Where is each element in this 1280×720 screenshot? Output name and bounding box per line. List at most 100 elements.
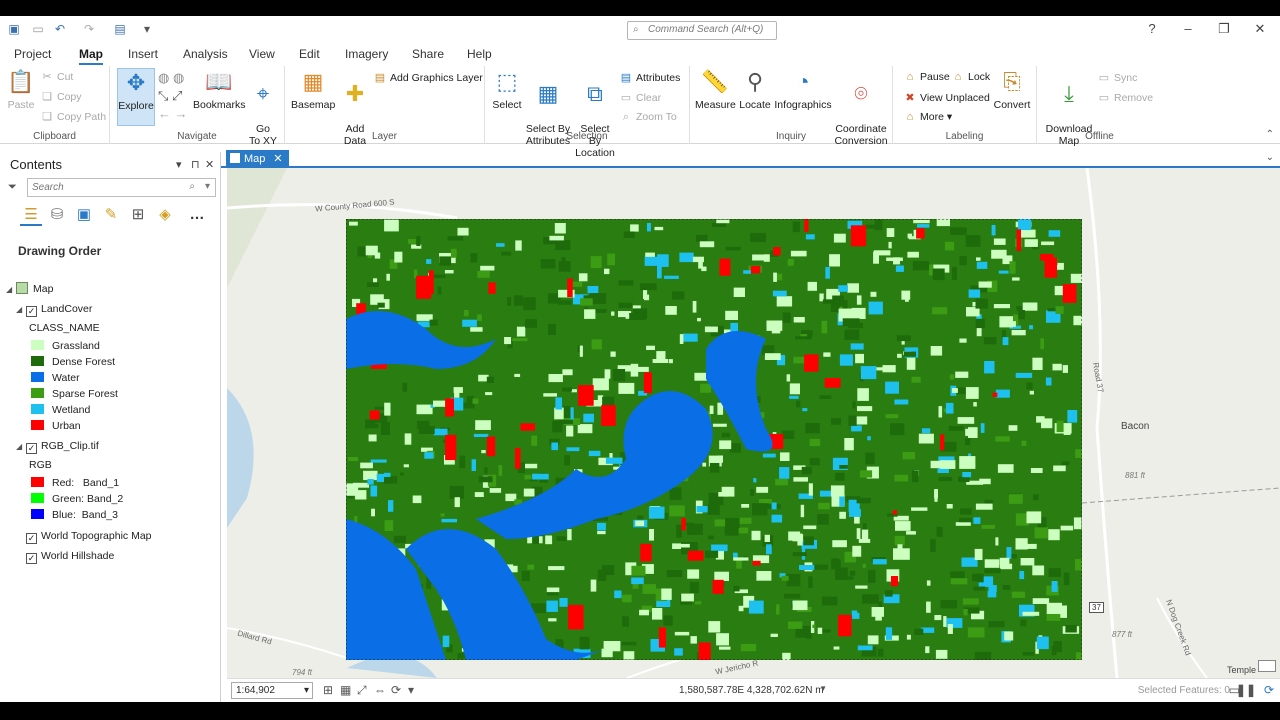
more-labeling-button[interactable]: ⌂ More ▾	[903, 111, 952, 123]
hillshade-checkbox[interactable]: ✓	[26, 553, 37, 564]
sync-button[interactable]: ▭ Sync	[1097, 71, 1138, 84]
list-by-data-source-icon[interactable]: ⛁	[46, 204, 68, 226]
tree-landcover-layer[interactable]: ◢ ✓ LandCover	[16, 301, 92, 317]
overview-icon[interactable]	[1258, 660, 1276, 672]
restore-button[interactable]: ❐	[1214, 20, 1234, 38]
raster-patch	[548, 374, 563, 383]
close-tab-icon[interactable]: ✕	[273, 153, 282, 165]
redo-icon[interactable]: ↷	[82, 22, 96, 36]
dense-forest-swatch	[31, 356, 44, 366]
urban-patch	[940, 434, 945, 451]
convert-button[interactable]: ⎘ Convert	[993, 68, 1031, 111]
raster-patch	[1009, 261, 1016, 274]
tab-insert[interactable]: Insert	[128, 47, 158, 61]
collapse-icon[interactable]: ◢	[6, 282, 16, 298]
list-by-labeling-icon[interactable]: ◈	[154, 204, 176, 226]
project-icon[interactable]: ▤	[113, 22, 127, 36]
command-search-input[interactable]: ⌕ Command Search (Alt+Q)	[627, 21, 777, 40]
tree-topographic-layer[interactable]: ✓ World Topographic Map	[26, 528, 152, 544]
pin-icon[interactable]: ⊓	[191, 158, 200, 171]
raster-patch	[839, 511, 846, 519]
extent-icon[interactable]: ⤢	[357, 683, 367, 698]
zoom-to-button[interactable]: ⌕ Zoom To	[619, 111, 677, 124]
table-icon[interactable]: ▦	[340, 683, 351, 697]
fit-icon[interactable]: ⇔	[374, 683, 386, 697]
chevron-down-icon[interactable]: ▾	[205, 181, 210, 192]
tab-map[interactable]: Map	[79, 47, 103, 65]
tab-analysis[interactable]: Analysis	[183, 47, 228, 61]
previous-next-extent-icon[interactable]: ← →	[158, 106, 188, 121]
paste-button[interactable]: 📋 Paste	[6, 68, 36, 111]
tab-edit[interactable]: Edit	[299, 47, 320, 61]
raster-patch	[1036, 416, 1045, 423]
infographics-button[interactable]: ◔ Infographics	[774, 68, 832, 111]
tab-project[interactable]: Project	[14, 47, 51, 61]
pane-options-icon[interactable]: ▾	[176, 158, 182, 171]
tab-share[interactable]: Share	[412, 47, 444, 61]
remove-button[interactable]: ▭ Remove	[1097, 91, 1153, 104]
raster-patch	[872, 559, 887, 565]
raster-patch	[416, 236, 421, 246]
view-unplaced-button[interactable]: ✖ View Unplaced	[903, 91, 989, 104]
map-view-tab[interactable]: Map ✕	[226, 150, 289, 168]
raster-patch	[363, 470, 378, 481]
undo-icon[interactable]: ↶	[53, 22, 67, 36]
tab-help[interactable]: Help	[467, 47, 492, 61]
grid-icon[interactable]: ⊞	[323, 683, 333, 697]
landcover-checkbox[interactable]: ✓	[26, 306, 37, 317]
rotate-icon[interactable]: ⟳	[391, 683, 401, 697]
tab-imagery[interactable]: Imagery	[345, 47, 388, 61]
locate-button[interactable]: ⚲ Locate	[738, 68, 772, 111]
close-pane-icon[interactable]: ✕	[205, 158, 214, 171]
measure-button[interactable]: 📏 Measure	[695, 68, 736, 111]
collapse-icon[interactable]: ◢	[16, 302, 26, 318]
fixed-zoom-icon[interactable]: ⤡ ⤢	[158, 88, 182, 104]
save-icon[interactable]: ▭	[31, 22, 45, 36]
raster-patch	[771, 502, 777, 510]
cut-button[interactable]: ✂ Cut	[40, 70, 73, 83]
list-by-snapping-icon[interactable]: ⊞	[127, 204, 149, 226]
collapse-ribbon-icon[interactable]: ⌃	[1266, 129, 1274, 140]
refresh-icon[interactable]: ⟳	[1264, 683, 1274, 697]
explore-button[interactable]: ✥ Explore	[117, 68, 155, 126]
close-button[interactable]: ✕	[1250, 20, 1270, 38]
more-options-icon[interactable]: …	[186, 204, 208, 226]
pause-icon[interactable]: ❚❚	[1236, 683, 1256, 697]
raster-patch	[639, 609, 649, 616]
pause-labels-button[interactable]: ⌂ Pause	[903, 71, 950, 83]
raster-patch	[1034, 527, 1048, 539]
tab-view[interactable]: View	[249, 47, 275, 61]
list-by-selection-icon[interactable]: ▣	[73, 204, 95, 226]
lock-labels-button[interactable]: ⌂ Lock	[951, 71, 991, 83]
copy-path-button[interactable]: ❏ Copy Path	[40, 110, 106, 123]
tab-list-icon[interactable]: ⌄	[1266, 152, 1274, 163]
inquiry-group-label: Inquiry	[775, 131, 806, 142]
tree-rgb-layer[interactable]: ◢ ✓ RGB_Clip.tif	[16, 438, 99, 454]
chevron-down-icon[interactable]: ▾	[408, 683, 414, 697]
add-graphics-layer-button[interactable]: ▤ Add Graphics Layer	[373, 71, 483, 84]
collapse-icon[interactable]: ◢	[16, 439, 26, 455]
full-extent-icon[interactable]: ◍ ◍	[158, 70, 184, 86]
chevron-down-icon[interactable]: ▾	[821, 683, 826, 694]
help-button[interactable]: ?	[1142, 20, 1162, 38]
select-by-location-button[interactable]: ⧉ Select By Location	[573, 68, 617, 159]
customize-qat-icon[interactable]: ▾	[140, 22, 154, 36]
topographic-checkbox[interactable]: ✓	[26, 533, 37, 544]
list-by-editing-icon[interactable]: ✎	[100, 204, 122, 226]
copy-button[interactable]: ❏ Copy	[40, 90, 81, 103]
map-view[interactable]: W County Road 600 S Road 37 Bacon 881 ft…	[227, 168, 1280, 678]
rgb-checkbox[interactable]: ✓	[26, 443, 37, 454]
raster-patch	[717, 455, 723, 463]
contents-search-input[interactable]: Search ⌕ ▾	[27, 178, 216, 197]
tree-map-node[interactable]: ◢ Map	[6, 281, 53, 297]
basemap-button[interactable]: ▦ Basemap	[291, 68, 335, 111]
list-by-drawing-order-icon[interactable]: ☰	[20, 204, 42, 226]
minimize-button[interactable]: –	[1178, 20, 1198, 38]
scale-dropdown[interactable]: 1:64,902 ▾	[231, 682, 313, 699]
attributes-button[interactable]: ▤ Attributes	[619, 71, 681, 84]
select-button[interactable]: ⬚ Select	[490, 68, 524, 111]
clear-button[interactable]: ▭ Clear	[619, 91, 661, 104]
tree-hillshade-layer[interactable]: ✓ World Hillshade	[26, 548, 114, 564]
filter-icon[interactable]: ⏷	[8, 181, 17, 194]
bookmarks-button[interactable]: 📖 Bookmarks	[193, 68, 246, 111]
